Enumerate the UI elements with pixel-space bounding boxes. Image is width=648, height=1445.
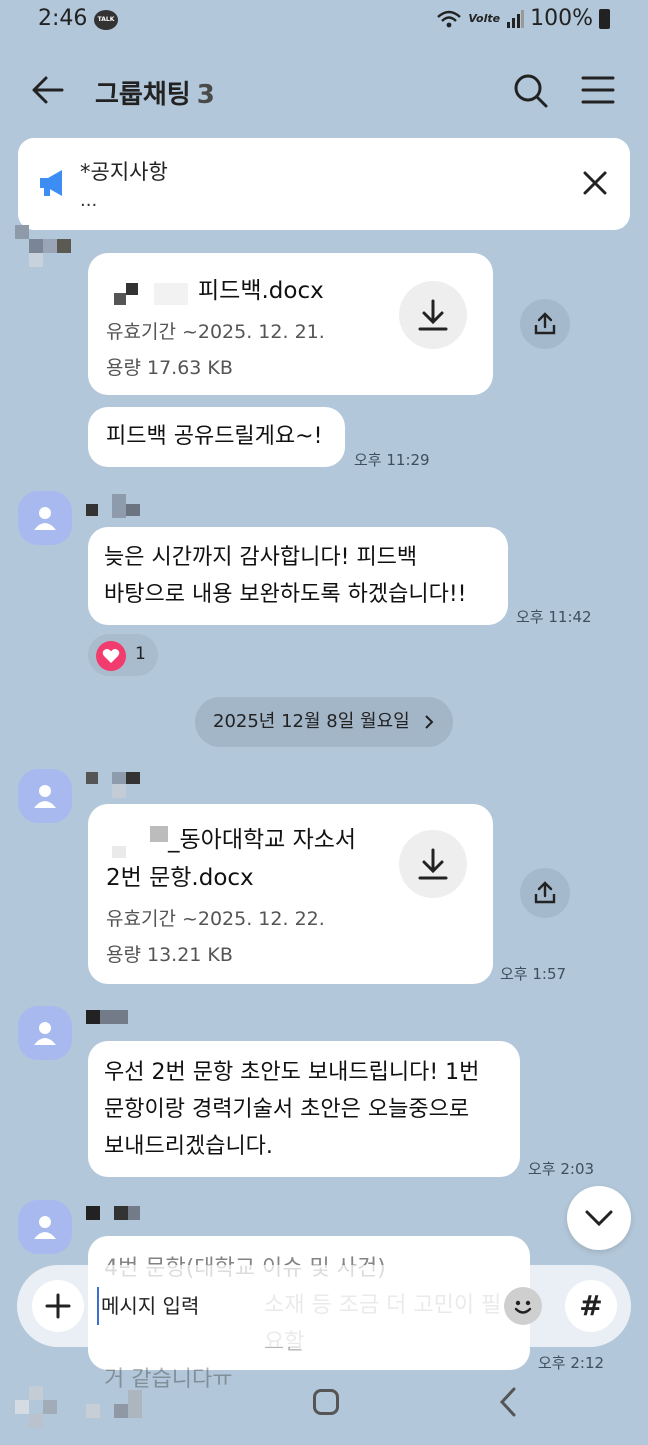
file-size: 용량 17.63 KB xyxy=(106,357,233,379)
nav-home-button[interactable] xyxy=(313,1389,339,1415)
message-line: 보내드리겠습니다. xyxy=(104,1134,273,1159)
person-icon xyxy=(34,1216,56,1239)
sender-name-blurred xyxy=(86,494,142,518)
hamburger-menu-icon xyxy=(581,76,615,104)
notice-banner[interactable]: *공지사항 ... xyxy=(18,138,630,230)
system-nav-bar xyxy=(0,1370,648,1445)
back-button[interactable] xyxy=(28,70,68,110)
signal-icon xyxy=(507,9,525,28)
status-bar: 2:46 TALK Volte 100% xyxy=(0,0,648,44)
message-time: 오후 11:29 xyxy=(354,451,430,469)
talk-notification-icon: TALK xyxy=(94,10,118,30)
download-icon xyxy=(418,299,448,331)
sender-name-blurred xyxy=(86,1206,142,1220)
status-indicators: Volte 100% xyxy=(436,6,610,31)
notice-title: *공지사항 xyxy=(80,160,168,184)
file-name-blurred xyxy=(114,283,194,307)
scroll-to-bottom-button[interactable] xyxy=(567,1186,631,1250)
avatar[interactable] xyxy=(18,491,72,545)
file-message[interactable]: _동아대학교 자소서 2번 문항.docx 유효기간 ~2025. 12. 22… xyxy=(88,804,493,984)
message-line: 우선 2번 문항 초안도 보내드립니다! 1번 xyxy=(104,1060,480,1085)
date-text: 2025년 12월 8일 월요일 xyxy=(213,711,410,732)
file-size: 용량 13.21 KB xyxy=(106,944,233,966)
date-divider[interactable]: 2025년 12월 8일 월요일 xyxy=(195,697,453,747)
sender-name-blurred xyxy=(86,772,142,798)
notice-close-button[interactable] xyxy=(580,168,610,198)
avatar[interactable] xyxy=(18,1200,72,1254)
message-text: 피드백 공유드릴게요~! xyxy=(106,424,323,449)
message-bubble[interactable]: 우선 2번 문항 초안도 보내드립니다! 1번 문항이랑 경력기술서 초안은 오… xyxy=(88,1041,520,1177)
message-bubble[interactable]: 피드백 공유드릴게요~! xyxy=(88,407,345,467)
share-icon xyxy=(534,881,556,904)
message-input-bar: # xyxy=(17,1265,631,1347)
message-bubble[interactable]: 늦은 시간까지 감사합니다! 피드백 바탕으로 내용 보완하도록 하겠습니다!! xyxy=(88,527,508,625)
megaphone-icon xyxy=(40,170,62,196)
search-icon xyxy=(514,74,548,108)
member-count: 3 xyxy=(196,80,215,110)
volte-icon: Volte xyxy=(468,12,501,25)
file-name: 피드백.docx xyxy=(198,278,324,304)
share-button[interactable] xyxy=(520,868,570,918)
battery-icon xyxy=(599,8,610,29)
download-icon xyxy=(418,848,448,880)
chevron-right-icon xyxy=(425,715,434,729)
share-icon xyxy=(534,312,556,335)
battery-percent: 100% xyxy=(530,6,593,31)
avatar-pixelated[interactable] xyxy=(15,225,71,269)
message-line: 문항이랑 경력기술서 초안은 오늘중으로 xyxy=(104,1097,470,1122)
chat-title: 그룹채팅 3 xyxy=(95,74,215,111)
message-time: 오후 11:42 xyxy=(516,608,592,626)
notice-preview: ... xyxy=(80,190,98,211)
file-name-line: _동아대학교 자소서 xyxy=(168,827,357,853)
message-line: 바탕으로 내용 보완하도록 하겠습니다!! xyxy=(104,582,467,607)
sender-name-blurred xyxy=(86,1010,128,1024)
download-button[interactable] xyxy=(399,281,467,349)
avatar[interactable] xyxy=(18,769,72,823)
arrow-left-icon xyxy=(32,76,64,104)
person-icon xyxy=(34,1022,56,1045)
nav-back-icon[interactable] xyxy=(497,1386,519,1418)
wifi-icon xyxy=(437,10,462,27)
chat-header: 그룹채팅 3 xyxy=(0,60,648,120)
file-name-blurred xyxy=(88,822,168,858)
attach-button[interactable] xyxy=(32,1280,84,1332)
emoji-button[interactable] xyxy=(504,1287,542,1325)
reaction-count: 1 xyxy=(135,644,146,664)
file-expiry: 유효기간 ~2025. 12. 21. xyxy=(106,321,325,343)
search-button[interactable] xyxy=(510,70,550,110)
message-time: 오후 1:57 xyxy=(500,965,567,983)
message-line: 늦은 시간까지 감사합니다! 피드백 xyxy=(104,545,418,570)
reaction-badge[interactable]: 1 xyxy=(88,634,158,676)
heart-icon xyxy=(102,649,120,663)
close-icon xyxy=(583,171,607,195)
hashtag-button[interactable]: # xyxy=(565,1280,617,1332)
download-button[interactable] xyxy=(399,830,467,898)
chevron-down-icon xyxy=(585,1210,613,1227)
plus-icon xyxy=(45,1293,71,1319)
status-time: 2:46 xyxy=(38,6,88,31)
file-name-line: 2번 문항.docx xyxy=(106,865,254,891)
avatar[interactable] xyxy=(18,1006,72,1060)
file-message[interactable]: 피드백.docx 유효기간 ~2025. 12. 21. 용량 17.63 KB xyxy=(88,253,493,395)
person-icon xyxy=(34,785,56,808)
menu-button[interactable] xyxy=(578,70,618,110)
message-time: 오후 2:03 xyxy=(528,1160,595,1178)
chat-title-text: 그룹채팅 xyxy=(95,80,191,110)
heart-reaction xyxy=(96,641,126,671)
share-button[interactable] xyxy=(520,299,570,349)
message-input[interactable] xyxy=(97,1287,487,1325)
person-icon xyxy=(34,507,56,530)
file-expiry: 유효기간 ~2025. 12. 22. xyxy=(106,908,325,930)
smiley-icon xyxy=(514,1300,532,1314)
